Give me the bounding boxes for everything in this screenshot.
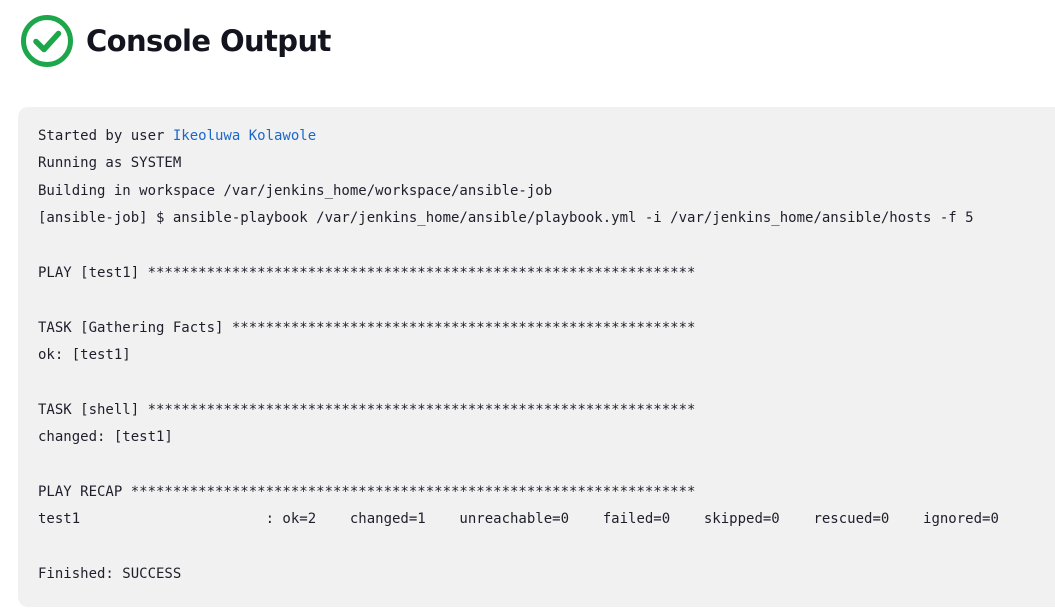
user-link[interactable]: Ikeoluwa Kolawole — [173, 128, 316, 144]
console-output-panel: Started by user Ikeoluwa Kolawole Runnin… — [18, 107, 1055, 607]
console-line: TASK [shell] ***************************… — [38, 401, 696, 418]
console-line: ok: [test1] — [38, 347, 131, 364]
console-line: PLAY RECAP *****************************… — [38, 484, 696, 501]
console-line: [ansible-job] $ ansible-playbook /var/je… — [38, 210, 974, 227]
console-line: TASK [Gathering Facts] *****************… — [38, 319, 696, 336]
started-by-text: Started by user — [38, 128, 173, 144]
page-title: Console Output — [86, 24, 331, 58]
console-line: Running as SYSTEM — [38, 155, 182, 172]
console-line-started-by: Started by user Ikeoluwa Kolawole — [38, 123, 1055, 150]
console-line: Finished: SUCCESS — [38, 566, 182, 583]
success-check-icon — [21, 15, 73, 67]
console-line: test1 : ok=2 changed=1 unreachable=0 fai… — [38, 511, 999, 528]
page-header: Console Output — [20, 14, 331, 68]
console-line: Building in workspace /var/jenkins_home/… — [38, 182, 553, 199]
console-line: PLAY [test1] ***************************… — [38, 264, 696, 281]
console-line: changed: [test1] — [38, 429, 173, 446]
